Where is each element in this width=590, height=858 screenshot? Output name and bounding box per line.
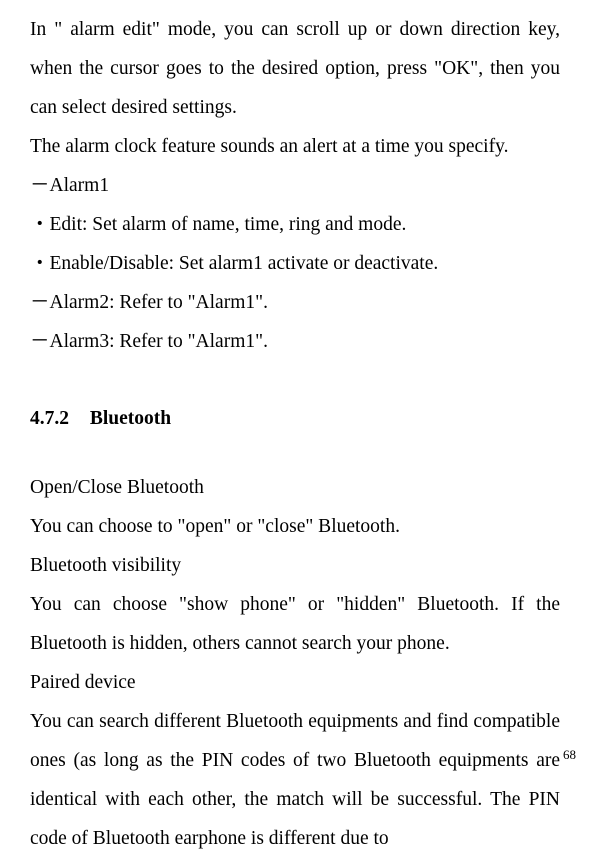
paragraph: You can choose "show phone" or "hidden" …: [30, 585, 560, 663]
subheading: Bluetooth visibility: [30, 546, 560, 585]
heading-title: Bluetooth: [90, 408, 171, 429]
list-item: ・Enable/Disable: Set alarm1 activate or …: [30, 244, 560, 283]
heading-number: 4.7.2: [30, 399, 69, 438]
body-text-block-1: In " alarm edit" mode, you can scroll up…: [30, 10, 560, 361]
paragraph: The alarm clock feature sounds an alert …: [30, 127, 560, 166]
body-text-block-2: Open/Close Bluetooth You can choose to "…: [30, 468, 560, 858]
list-item: －Alarm2: Refer to "Alarm1".: [30, 283, 560, 322]
subheading: Open/Close Bluetooth: [30, 468, 560, 507]
paragraph: You can choose to "open" or "close" Blue…: [30, 507, 560, 546]
list-item: －Alarm3: Refer to "Alarm1".: [30, 322, 560, 361]
list-item: －Alarm1: [30, 166, 560, 205]
page-number: 68: [563, 747, 576, 763]
paragraph: You can search different Bluetooth equip…: [30, 702, 560, 858]
section-heading: 4.7.2 Bluetooth: [30, 399, 560, 438]
subheading: Paired device: [30, 663, 560, 702]
paragraph: In " alarm edit" mode, you can scroll up…: [30, 10, 560, 127]
list-item: ・Edit: Set alarm of name, time, ring and…: [30, 205, 560, 244]
document-page: In " alarm edit" mode, you can scroll up…: [0, 0, 590, 769]
